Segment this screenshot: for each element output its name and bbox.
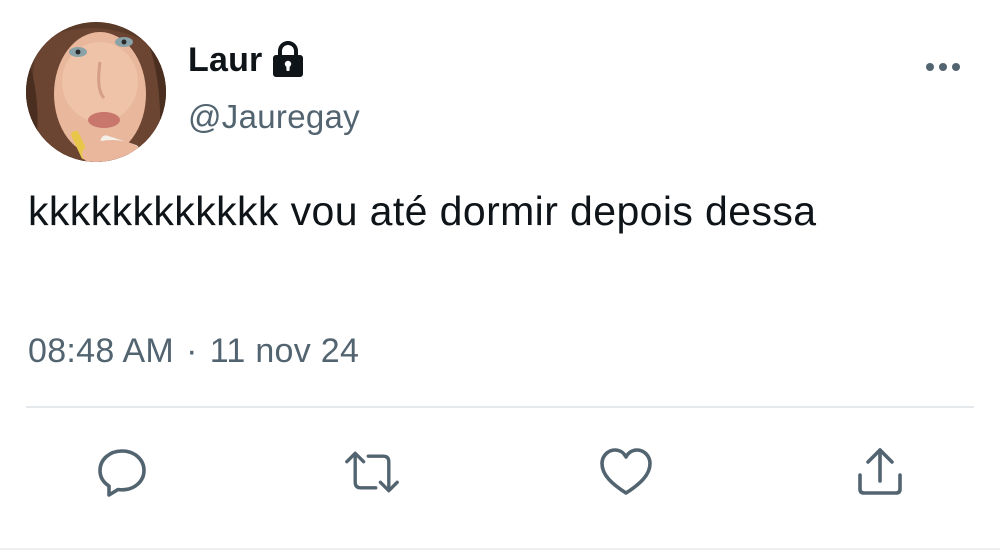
tweet-time[interactable]: 08:48 AM <box>28 332 174 371</box>
share-icon <box>858 448 902 495</box>
more-icon[interactable] <box>920 56 966 78</box>
author-handle[interactable]: @Jauregay <box>188 98 360 136</box>
meta-separator: · <box>186 332 198 370</box>
bottom-divider <box>0 548 1000 550</box>
author-name-row: Laur <box>188 38 306 82</box>
share-button[interactable] <box>852 444 908 500</box>
reply-icon <box>98 449 146 497</box>
tweet-text: kkkkkkkkkkkk vou até dormir depois dessa <box>28 188 817 234</box>
lock-icon <box>270 40 306 80</box>
tweet-date[interactable]: 11 nov 24 <box>210 332 360 371</box>
display-name[interactable]: Laur <box>188 41 262 80</box>
divider <box>26 406 974 408</box>
like-button[interactable] <box>598 444 654 500</box>
retweet-icon <box>345 451 399 493</box>
tweet-card: Laur @Jauregay kkkkkkkkkkkk vou até dorm… <box>0 0 1000 552</box>
tweet-meta: 08:48 AM · 11 nov 24 <box>28 332 359 371</box>
avatar-photo <box>26 22 166 162</box>
retweet-button[interactable] <box>344 444 400 500</box>
reply-button[interactable] <box>94 444 150 500</box>
avatar[interactable] <box>26 22 166 162</box>
heart-icon <box>600 448 652 495</box>
